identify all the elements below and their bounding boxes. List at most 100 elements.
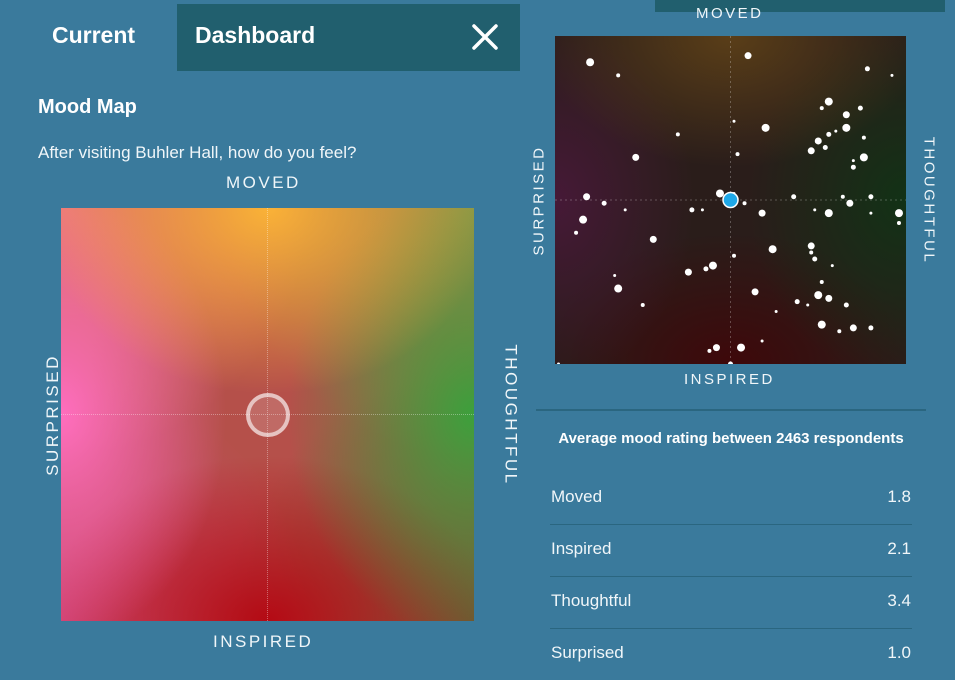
rating-value: 1.8	[887, 487, 911, 506]
scatter-point	[684, 268, 692, 276]
scatter-point	[794, 299, 800, 305]
scatter-point	[616, 73, 621, 78]
scatter-point	[834, 129, 838, 133]
rating-label: Inspired	[551, 539, 612, 558]
scatter-point	[791, 194, 797, 200]
tab-current[interactable]: Current	[52, 22, 135, 49]
scatter-point	[857, 105, 863, 111]
scatter-point	[869, 211, 873, 215]
scatter-point	[712, 344, 720, 352]
scatter-point	[807, 242, 815, 250]
tab-dashboard-label: Dashboard	[195, 22, 316, 48]
rating-row-inspired: Inspired 2.1	[550, 524, 912, 577]
scatter-point	[715, 189, 724, 198]
scatter-point	[813, 208, 817, 212]
scatter-point	[849, 324, 857, 332]
scatter-point	[842, 111, 850, 119]
scatter-point	[890, 73, 894, 77]
rating-value: 3.4	[887, 591, 911, 610]
scatter-point	[824, 209, 833, 218]
scatter-point	[708, 261, 717, 270]
mood-scatter-plot	[555, 36, 906, 364]
mood-map-axis-right: THOUGHTFUL	[501, 344, 521, 486]
scatter-point	[812, 256, 818, 262]
scatter-point	[640, 302, 645, 307]
rating-row-thoughtful: Thoughtful 3.4	[550, 576, 912, 629]
scatter-point	[817, 320, 826, 329]
scatter-point	[837, 329, 842, 334]
scatter-point	[896, 220, 901, 225]
scatter-point	[586, 58, 595, 67]
scatter-point	[842, 123, 851, 132]
scatter-point	[851, 159, 855, 163]
scatter-point	[830, 264, 834, 268]
average-rating-title: Average mood rating between 2463 respond…	[558, 430, 904, 447]
scatter-point	[761, 123, 770, 132]
scatter-point	[824, 97, 833, 106]
mood-selector-handle[interactable]	[246, 393, 290, 437]
scatter-point	[557, 362, 561, 364]
mood-map-axis-left: SURPRISED	[42, 354, 62, 476]
scatter-point	[768, 245, 777, 254]
mood-map-axis-top: MOVED	[226, 173, 301, 192]
scatter-point	[814, 291, 823, 300]
scatter-point	[814, 137, 822, 145]
scatter-point	[859, 153, 868, 162]
scatter-point	[868, 325, 874, 331]
scatter-svg	[555, 36, 906, 364]
scatter-point	[864, 66, 870, 72]
scatter-point	[732, 119, 736, 123]
scatter-point	[583, 193, 591, 201]
scatter-point	[574, 230, 579, 235]
page-title: Mood Map	[38, 96, 137, 118]
scatter-point	[861, 135, 866, 140]
scatter-point	[744, 52, 752, 60]
scatter-point	[758, 209, 766, 217]
scatter-point	[760, 339, 764, 343]
scatter-point	[894, 209, 903, 218]
rating-row-surprised: Surprised 1.0	[550, 628, 912, 680]
mood-map-picker[interactable]	[61, 208, 474, 621]
scatter-point	[649, 235, 657, 243]
scatter-point	[632, 153, 640, 161]
scatter-point	[735, 152, 740, 157]
close-icon[interactable]	[470, 22, 500, 52]
scatter-point	[846, 199, 854, 207]
scatter-point	[689, 207, 695, 213]
tab-dashboard[interactable]: Dashboard	[177, 4, 520, 71]
rating-label: Moved	[551, 487, 603, 506]
scatter-point	[826, 131, 832, 137]
scatter-point	[742, 201, 747, 206]
scatter-point	[614, 284, 623, 293]
section-divider	[536, 409, 926, 411]
rating-value: 2.1	[887, 539, 911, 558]
rating-label: Surprised	[551, 643, 624, 662]
scatter-point	[850, 164, 856, 170]
scatter-point	[703, 266, 709, 272]
scatter-point	[822, 145, 828, 151]
scatter-point	[807, 147, 815, 155]
question-text: After visiting Buhler Hall, how do you f…	[38, 143, 357, 162]
scatter-point	[700, 208, 704, 212]
scatter-point	[751, 288, 759, 296]
rating-row-moved: Moved 1.8	[550, 472, 912, 525]
scatter-point	[728, 361, 733, 364]
scatter-point	[613, 273, 617, 277]
scatter-point	[868, 194, 874, 200]
scatter-point	[774, 310, 778, 314]
scatter-axis-right: THOUGHTFUL	[920, 136, 938, 265]
mood-map-axis-bottom: INSPIRED	[213, 632, 314, 651]
scatter-point	[819, 280, 824, 284]
scatter-point	[737, 343, 746, 352]
scatter-point	[675, 132, 680, 137]
rating-value: 1.0	[887, 643, 911, 662]
scatter-point	[819, 106, 824, 111]
scatter-point	[623, 208, 627, 212]
rating-label: Thoughtful	[551, 591, 632, 610]
scatter-point	[579, 215, 588, 224]
scatter-point	[707, 348, 712, 353]
scatter-axis-bottom: INSPIRED	[684, 371, 775, 388]
scatter-axis-left: SURPRISED	[530, 145, 548, 256]
scatter-point	[806, 303, 810, 307]
scatter-point	[732, 253, 737, 258]
